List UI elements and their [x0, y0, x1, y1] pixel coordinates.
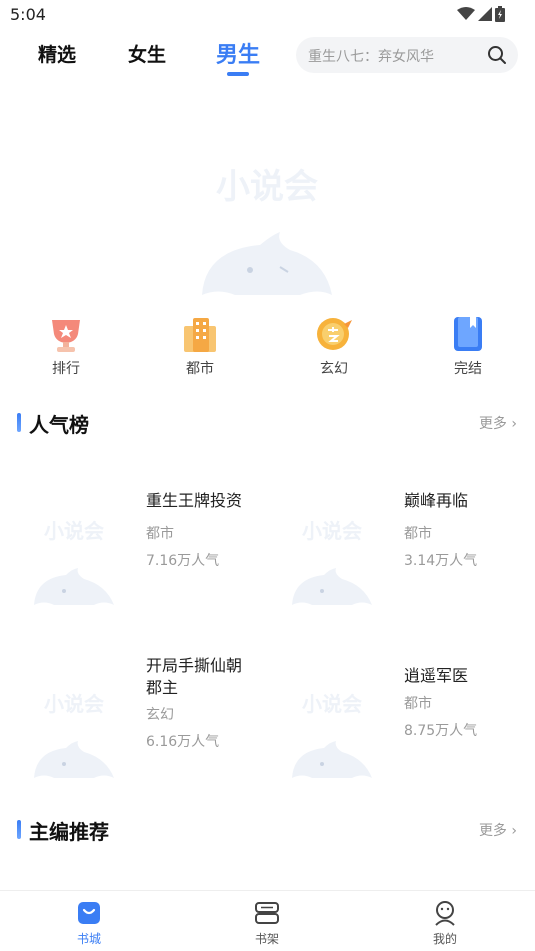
editor-section-header: 主编推荐 更多 › — [0, 815, 535, 845]
nav-label: 书架 — [254, 932, 279, 946]
popular-section-header: 人气榜 更多 › — [0, 408, 535, 438]
section-accent-bar — [17, 820, 21, 839]
category-fantasy[interactable]: 玄幻 — [299, 312, 369, 378]
category-row: 排行 都市 玄幻 完结 — [0, 312, 535, 382]
placeholder-logo-text: 小说会 — [302, 519, 362, 543]
nav-bookstore[interactable]: 书城 — [49, 899, 129, 947]
book-cover-placeholder: 小说会 — [292, 692, 372, 778]
book-title: 逍遥军医 — [404, 666, 469, 685]
banner-placeholder[interactable]: 小说会 — [0, 110, 535, 310]
book-title: 开局手撕仙朝郡主 — [146, 656, 243, 697]
nav-label: 书城 — [76, 932, 101, 946]
book-genre: 都市 — [404, 696, 432, 712]
category-ranking[interactable]: 排行 — [31, 312, 101, 378]
category-label: 排行 — [52, 361, 80, 377]
category-label: 都市 — [186, 361, 214, 377]
book-popularity: 7.16万人气 — [146, 553, 220, 569]
book-genre: 玄幻 — [146, 707, 174, 723]
book-genre: 都市 — [146, 526, 174, 542]
book-popularity: 8.75万人气 — [404, 723, 478, 739]
book-genre: 都市 — [404, 526, 432, 542]
tab-male[interactable]: 男生 — [216, 37, 260, 69]
city-icon — [184, 318, 216, 352]
placeholder-logo-text: 小说会 — [302, 692, 362, 716]
profile-icon — [435, 901, 455, 926]
trophy-icon — [52, 320, 80, 352]
bottom-nav: 书城 书架 我的 — [0, 890, 535, 951]
nav-profile[interactable]: 我的 — [405, 899, 485, 947]
section-accent-bar — [17, 413, 21, 432]
tab-featured[interactable]: 精选 — [38, 40, 76, 67]
wifi-icon — [457, 7, 475, 20]
status-icons — [457, 6, 505, 22]
book-card[interactable]: 小说会 巅峰再临 都市 3.14万人气 — [276, 490, 526, 640]
category-city[interactable]: 都市 — [165, 312, 235, 378]
search-placeholder: 重生八七：弃女风华 — [308, 49, 434, 65]
section-title: 人气榜 — [29, 413, 89, 437]
status-time: 5:04 — [10, 5, 46, 24]
search-input[interactable]: 重生八七：弃女风华 — [296, 37, 518, 73]
book-cover-placeholder: 小说会 — [34, 692, 114, 778]
bookstore-icon — [78, 902, 100, 924]
book-complete-icon — [454, 317, 482, 351]
book-popularity: 3.14万人气 — [404, 553, 478, 569]
category-label: 玄幻 — [320, 361, 348, 377]
placeholder-logo-text: 小说会 — [44, 692, 104, 716]
more-link[interactable]: 更多 › — [479, 820, 517, 840]
signal-icon — [478, 7, 492, 21]
status-bar: 5:04 — [0, 0, 535, 30]
active-tab-indicator — [227, 72, 249, 76]
book-card[interactable]: 小说会 开局手撕仙朝郡主 玄幻 6.16万人气 — [18, 655, 268, 805]
book-popularity: 6.16万人气 — [146, 734, 220, 750]
placeholder-logo-text: 小说会 — [44, 519, 104, 543]
book-title: 巅峰再临 — [404, 491, 469, 510]
placeholder-logo: 小说会 — [202, 167, 332, 295]
battery-icon — [495, 6, 505, 22]
nav-bookshelf[interactable]: 书架 — [227, 899, 307, 947]
book-title: 重生王牌投资 — [146, 491, 243, 510]
nav-label: 我的 — [432, 932, 457, 946]
tab-female[interactable]: 女生 — [128, 40, 166, 67]
bookshelf-icon — [255, 902, 279, 924]
more-link[interactable]: 更多 › — [479, 413, 517, 433]
section-title: 主编推荐 — [29, 820, 109, 844]
book-card[interactable]: 小说会 逍遥军医 都市 8.75万人气 — [276, 665, 526, 815]
book-cover-placeholder: 小说会 — [292, 519, 372, 605]
fantasy-icon — [317, 318, 352, 350]
search-icon[interactable] — [487, 45, 507, 65]
placeholder-logo-text: 小说会 — [216, 167, 318, 207]
category-label: 完结 — [454, 361, 482, 377]
category-completed[interactable]: 完结 — [433, 312, 503, 378]
book-card[interactable]: 小说会 重生王牌投资 都市 7.16万人气 — [18, 490, 268, 640]
book-cover-placeholder: 小说会 — [34, 519, 114, 605]
